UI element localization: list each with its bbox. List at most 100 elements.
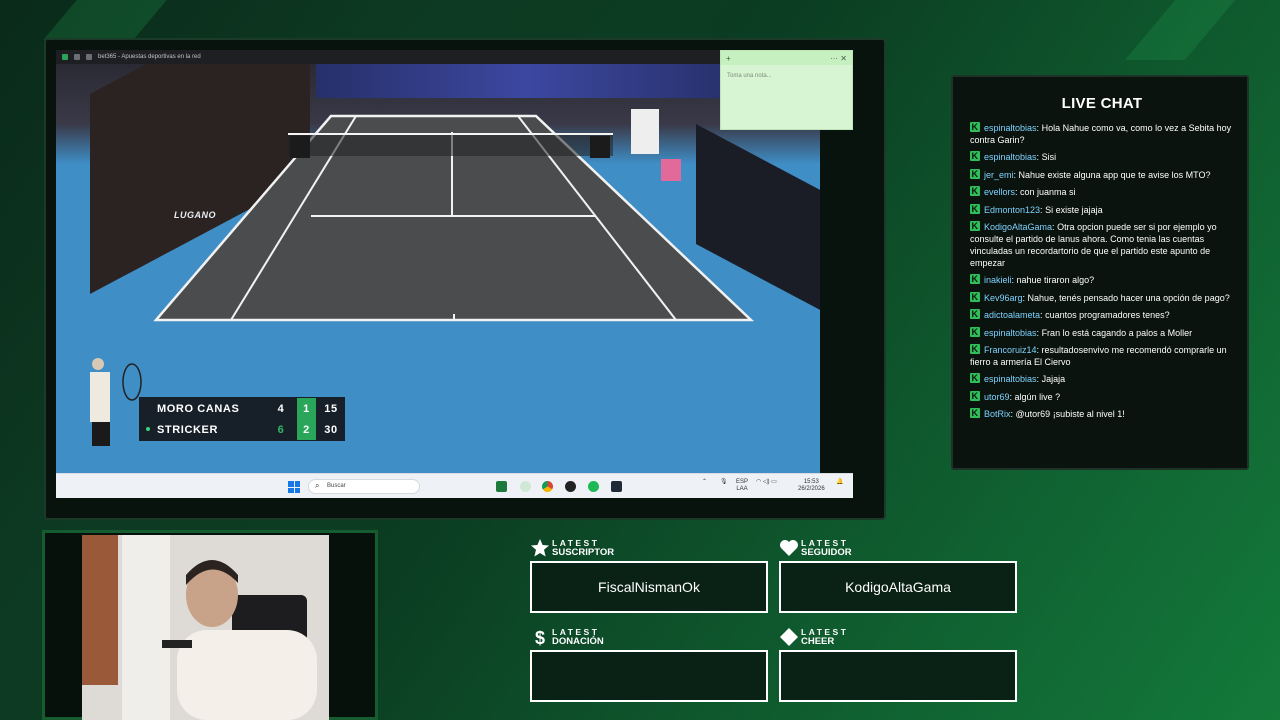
latest-category: SEGUIDOR (801, 547, 852, 558)
taskbar-search[interactable]: ⌕ Buscar (308, 479, 420, 494)
dollar-icon: $ (535, 628, 545, 647)
kick-badge-icon (970, 185, 980, 197)
set-score: 4 (277, 403, 285, 415)
latest-category: SUSCRIPTOR (552, 547, 615, 558)
latest-suscriptor-box: FiscalNismanOk (530, 561, 768, 613)
point-score: 30 (324, 424, 338, 436)
latest-donacion-box (530, 650, 768, 702)
chat-message: espinaltobias: Hola Nahue como va, como … (970, 121, 1236, 146)
taskbar: ⌕ Buscar ⌃ 🎙 ESP LAA ◠ ◁) ▭ 15:53 26/2/2… (56, 473, 853, 498)
tray-chevron-icon[interactable]: ⌃ (702, 479, 707, 486)
time: 15:53 (803, 479, 819, 485)
scoreboard: MORO CANAS 4 1 15 STRICKER 6 2 30 (139, 397, 345, 441)
set-score: 6 (277, 424, 285, 436)
chat-message: utor69: algún live ? (970, 390, 1236, 403)
latest-suscriptor-label: LATEST SUSCRIPTOR (530, 538, 650, 558)
player-name: STRICKER (157, 424, 219, 436)
chat-username[interactable]: Kev96arg (984, 293, 1023, 303)
whatsapp-icon[interactable] (520, 481, 531, 492)
chat-message: espinaltobias: Fran lo está cagando a pa… (970, 326, 1236, 339)
chat-message: espinaltobias: Jajaja (970, 372, 1236, 385)
chat-username[interactable]: espinaltobias (984, 374, 1037, 384)
note-text-area[interactable]: Toma una nota... (721, 65, 852, 87)
kick-badge-icon (970, 308, 980, 320)
windows-start-icon[interactable] (288, 481, 300, 493)
diamond-icon (780, 628, 798, 646)
app-icon (62, 54, 68, 60)
kick-badge-icon (970, 168, 980, 180)
chat-username[interactable]: Francoruiz14 (984, 345, 1037, 355)
kick-badge-icon (970, 343, 980, 355)
chat-username[interactable]: KodigoAltaGama (984, 222, 1052, 232)
chat-username[interactable]: adictoalameta (984, 310, 1040, 320)
language-indicator[interactable]: ESP LAA (736, 479, 748, 493)
chat-text: cuantos programadores tenes? (1042, 310, 1170, 321)
latest-donacion-label: $ LATEST DONACIÓN (530, 627, 650, 647)
kick-badge-icon (970, 407, 980, 419)
chat-username[interactable]: utor69 (984, 392, 1010, 402)
kick-badge-icon (970, 291, 980, 303)
latest-cheer-label: LATEST CHEER (779, 627, 899, 647)
chat-text: @utor69 ¡subiste al nivel 1! (1013, 409, 1125, 420)
chat-username[interactable]: espinaltobias (984, 328, 1037, 338)
chat-text: con juanma si (1017, 187, 1076, 198)
back-icon[interactable] (74, 54, 80, 60)
close-icon[interactable]: ··· ✕ (830, 54, 847, 63)
background-stripe (1124, 0, 1236, 60)
chat-message: Francoruiz14: resultadosenvivo me recome… (970, 343, 1236, 368)
kick-badge-icon (970, 220, 980, 232)
chat-message: Edmonton123: Si existe jajaja (970, 203, 1236, 216)
add-note-icon[interactable]: + (726, 54, 731, 63)
chat-message-list: espinaltobias: Hola Nahue como va, como … (970, 121, 1236, 425)
chat-username[interactable]: Edmonton123 (984, 205, 1040, 215)
chat-message: inakieli: nahue tiraron algo? (970, 273, 1236, 286)
reload-icon[interactable] (86, 54, 92, 60)
spotify-icon[interactable] (588, 481, 599, 492)
svg-text:$: $ (535, 628, 545, 647)
latest-category: CHEER (801, 636, 835, 647)
notifications-icon[interactable]: 🔔 (836, 479, 843, 486)
clock[interactable]: 15:53 26/2/2026 (798, 479, 825, 493)
latest-category: DONACIÓN (552, 636, 604, 647)
sheets-app-icon[interactable] (496, 481, 507, 492)
chrome-icon[interactable] (542, 481, 553, 492)
heart-icon (780, 540, 798, 556)
chat-username[interactable]: jer_emi (984, 170, 1014, 180)
search-icon: ⌕ (315, 481, 320, 490)
sticky-note-window[interactable]: + ··· ✕ Toma una nota... (720, 50, 853, 130)
microphone-icon[interactable]: 🎙 (720, 479, 728, 486)
chat-message: Kev96arg: Nahue, tenés pensado hacer una… (970, 291, 1236, 304)
chat-text: Jajaja (1039, 374, 1066, 385)
game-score: 1 (297, 398, 316, 419)
chat-message: espinaltobias: Sisi (970, 150, 1236, 163)
date: 26/2/2026 (798, 486, 825, 492)
star-icon (531, 539, 549, 557)
chat-username[interactable]: evellors (984, 187, 1015, 197)
chat-message: KodigoAltaGama: Otra opcion puede ser si… (970, 220, 1236, 269)
browser-tab-title[interactable]: bet365 - Apuestas deportivas en la red (98, 54, 201, 60)
live-chat-panel: LIVE CHAT espinaltobias: Hola Nahue como… (951, 75, 1249, 470)
sticky-note-titlebar[interactable]: + ··· ✕ (721, 51, 852, 65)
chat-message: evellors: con juanma si (970, 185, 1236, 198)
chat-title: LIVE CHAT (1061, 95, 1143, 112)
point-score: 15 (324, 403, 338, 415)
chat-text: Fran lo está cagando a palos a Moller (1039, 327, 1193, 338)
kick-badge-icon (970, 326, 980, 338)
chat-username[interactable]: espinaltobias (984, 152, 1037, 162)
kick-badge-icon (970, 121, 980, 133)
obs-icon[interactable] (565, 481, 576, 492)
network-volume-icons[interactable]: ◠ ◁) ▭ (756, 479, 777, 486)
chat-message: BotRix: @utor69 ¡subiste al nivel 1! (970, 407, 1236, 420)
serve-indicator-icon (146, 427, 150, 431)
chat-text: algún live ? (1012, 391, 1061, 402)
chat-username[interactable]: espinaltobias (984, 123, 1037, 133)
chat-username[interactable]: inakieli (984, 275, 1012, 285)
player-name: MORO CANAS (157, 403, 240, 415)
webcam-image (82, 535, 329, 720)
notes-app-icon[interactable] (611, 481, 622, 492)
latest-cheer-box (779, 650, 1017, 702)
chat-username[interactable]: BotRix (984, 409, 1011, 419)
chat-text: Nahue existe alguna app que te avise los… (1016, 169, 1211, 180)
venue-logo: LUGANO (174, 210, 216, 220)
chat-text: Nahue, tenés pensado hacer una opción de… (1025, 292, 1230, 303)
